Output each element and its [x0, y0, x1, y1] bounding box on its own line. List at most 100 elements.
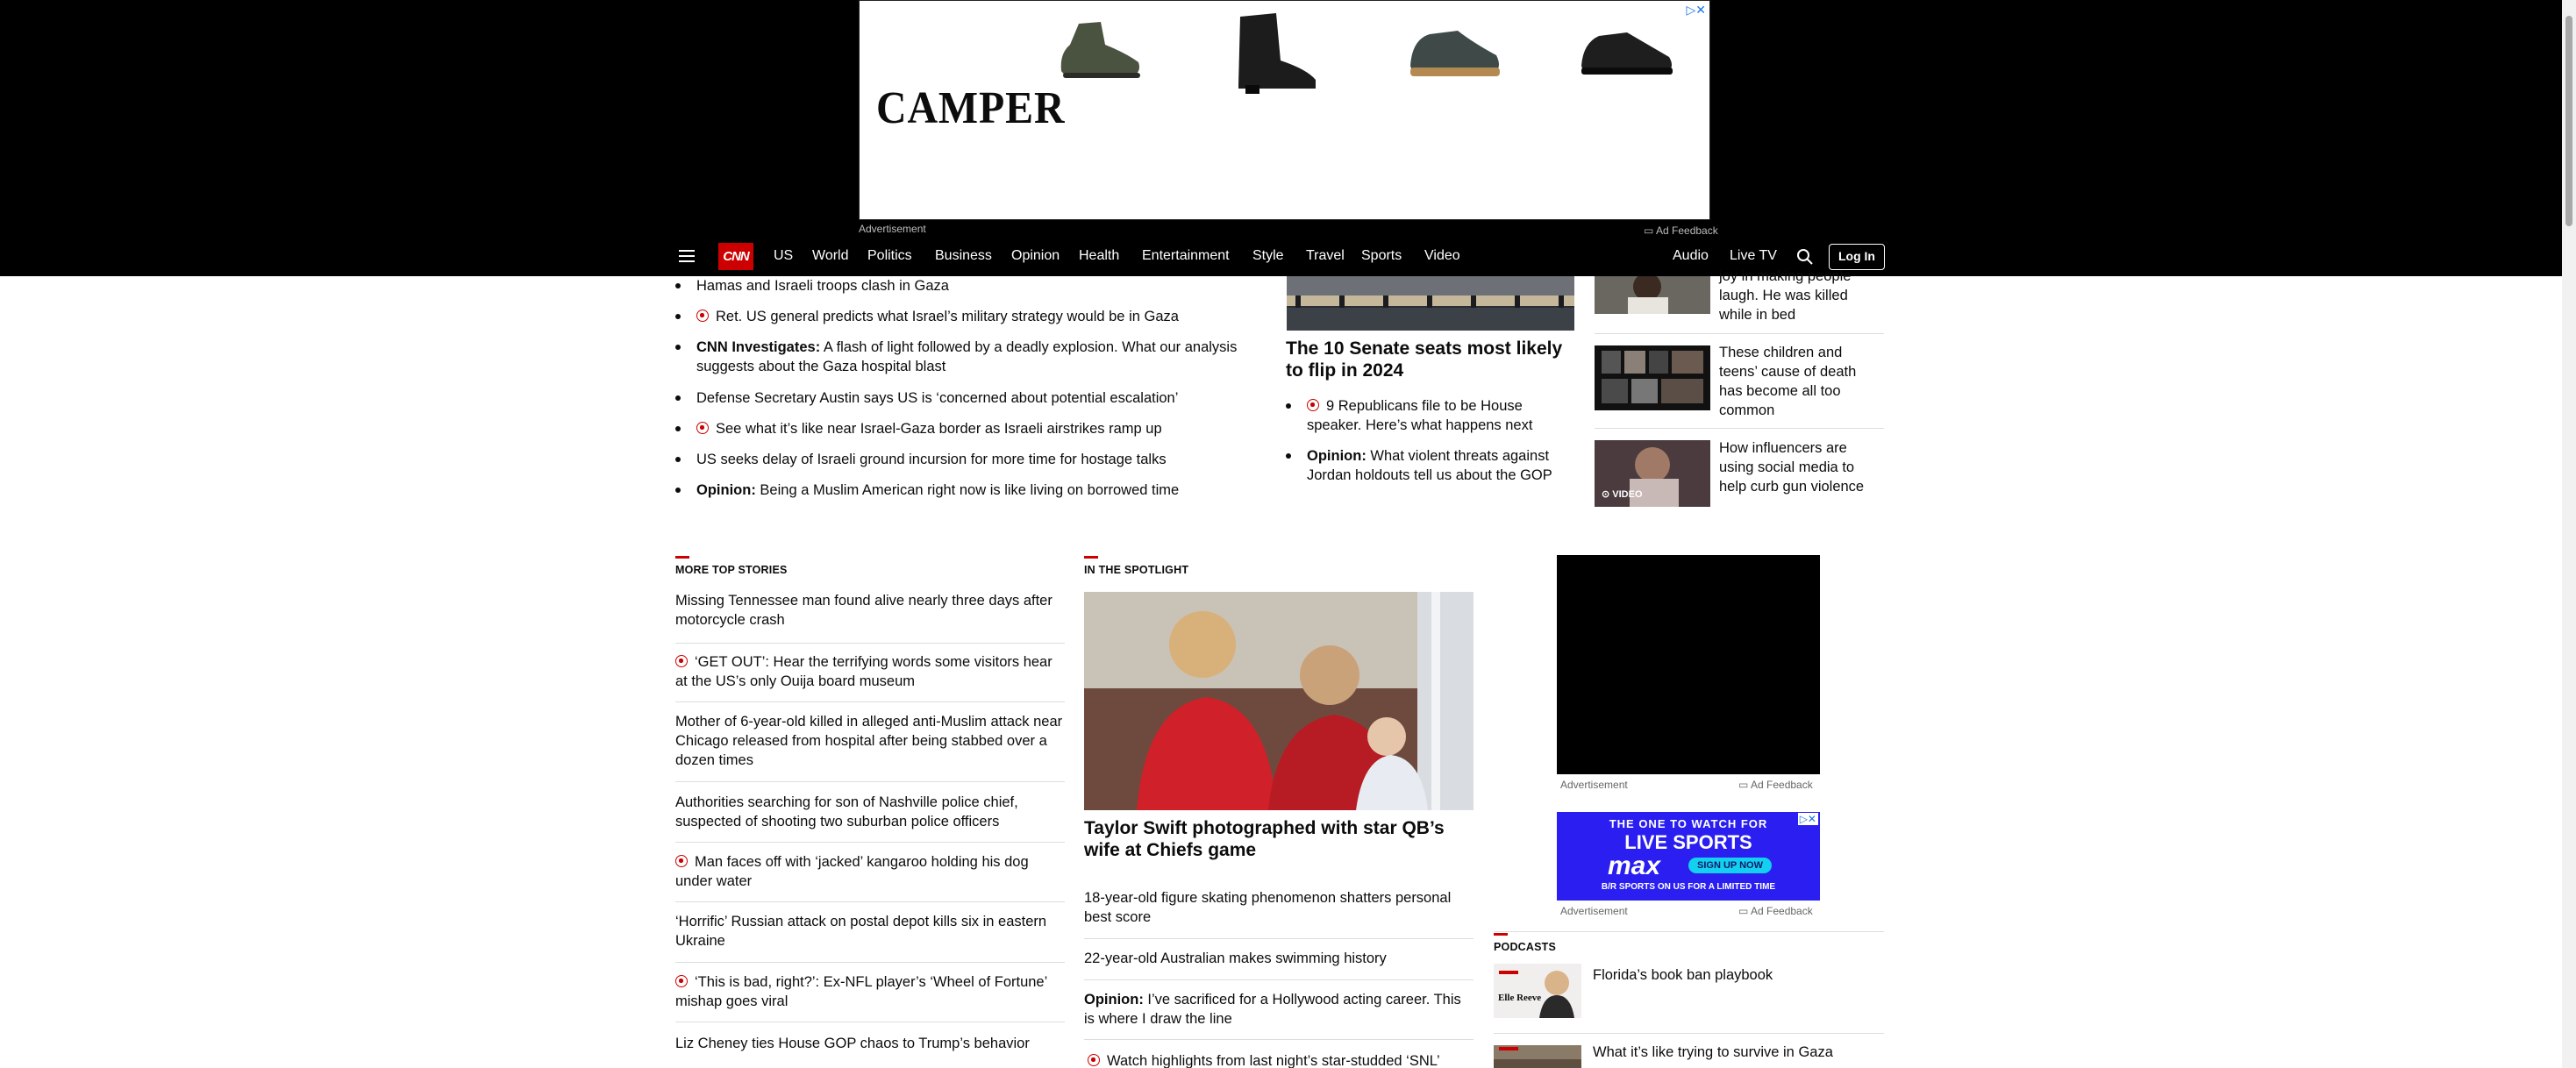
nav-video[interactable]: Video [1424, 249, 1460, 263]
list-item[interactable]: Hamas and Israeli troops clash in Gaza [675, 276, 1240, 295]
story-link[interactable]: joy in making people laugh. He was kille… [1719, 267, 1881, 324]
section-title: MORE TOP STORIES [675, 556, 788, 576]
list-item[interactable]: Liz Cheney ties House GOP chaos to Trump… [675, 1034, 1066, 1053]
divider [1084, 979, 1474, 980]
divider [675, 781, 1065, 782]
spotlight-photo[interactable] [1084, 592, 1474, 810]
ad-feedback-link[interactable]: ▭ Ad Feedback [1644, 224, 1718, 237]
dress-shoe-image [1581, 32, 1673, 75]
divider [675, 842, 1065, 843]
list-item[interactable]: US seeks delay of Israeli ground incursi… [675, 450, 1240, 469]
ad-feedback-link[interactable]: ▭ Ad Feedback [1738, 779, 1813, 791]
divider [675, 643, 1065, 644]
list-item[interactable]: Authorities searching for son of Nashvil… [675, 793, 1066, 831]
max-ad[interactable]: ▷✕ THE ONE TO WATCH FOR LIVE SPORTS max … [1557, 812, 1820, 901]
nav-audio[interactable]: Audio [1673, 249, 1709, 263]
sneaker-image [1410, 31, 1500, 76]
podcast-thumbnail[interactable] [1494, 1045, 1581, 1068]
max-logo: max [1608, 851, 1661, 880]
story-thumbnail[interactable] [1595, 276, 1710, 314]
list-item[interactable]: Man faces off with ‘jacked’ kangaroo hol… [675, 852, 1061, 891]
scrollbar-track[interactable] [2562, 0, 2576, 1068]
sign-up-button[interactable]: SIGN UP NOW [1688, 858, 1772, 873]
list-item[interactable]: 18-year-old figure skating phenomenon sh… [1084, 888, 1452, 927]
list-item[interactable]: Opinion: What violent threats against Jo… [1286, 446, 1579, 485]
list-item[interactable]: ‘This is bad, right?’: Ex-NFL player’s ‘… [675, 972, 1061, 1011]
list-item[interactable]: See what it’s like near Israel-Gaza bord… [675, 419, 1240, 438]
list-item[interactable]: 9 Republicans file to be House speaker. … [1286, 396, 1570, 435]
divider [675, 962, 1065, 963]
divider [1494, 931, 1884, 932]
list-item[interactable]: Ret. US general predicts what Israel’s m… [675, 307, 1240, 326]
nav-entertainment[interactable]: Entertainment [1142, 249, 1230, 263]
list-item[interactable]: ‘GET OUT’: Hear the terrifying words som… [675, 652, 1061, 691]
video-ad-slot[interactable] [1557, 555, 1820, 774]
story-thumbnail[interactable] [1595, 345, 1710, 410]
divider [1084, 1039, 1474, 1040]
video-play-icon [1307, 399, 1319, 411]
podcast-thumbnail[interactable] [1494, 964, 1581, 1018]
nav-world[interactable]: World [812, 249, 849, 263]
section-title: PODCASTS [1494, 933, 1557, 953]
divider [675, 901, 1065, 902]
video-play-icon [675, 655, 688, 667]
scrollbar-thumb[interactable] [2565, 16, 2572, 226]
adchoices-icon[interactable]: ▷✕ [1797, 813, 1818, 825]
divider [1084, 938, 1474, 939]
story-link[interactable]: How influencers are using social media t… [1719, 438, 1881, 496]
senate-photo[interactable] [1287, 276, 1574, 331]
feedback-icon: ▭ [1644, 224, 1654, 237]
list-item[interactable]: Mother of 6-year-old killed in alleged a… [675, 712, 1066, 770]
nav-travel[interactable]: Travel [1306, 249, 1345, 263]
divider [1595, 428, 1884, 429]
cnn-logo[interactable]: CNN [718, 243, 753, 270]
video-play-icon [696, 310, 709, 322]
hamburger-menu-icon[interactable] [679, 250, 695, 262]
nav-us[interactable]: US [774, 249, 793, 263]
story-link[interactable]: These children and teens’ cause of death… [1719, 343, 1881, 420]
camper-ad[interactable]: CAMPER ▷✕ [859, 0, 1710, 220]
nav-politics[interactable]: Politics [867, 249, 912, 263]
section-title: IN THE SPOTLIGHT [1084, 556, 1189, 576]
spotlight-headline[interactable]: Taylor Swift photographed with star QB’s… [1084, 817, 1474, 861]
divider [1595, 333, 1884, 334]
ad-label: Advertisement [859, 223, 926, 235]
shoe-image [1060, 22, 1140, 78]
video-play-icon [675, 975, 688, 987]
podcast-link[interactable]: What it’s like trying to survive in Gaza [1593, 1043, 1882, 1062]
feedback-icon: ▭ [1738, 905, 1749, 917]
list-item[interactable]: Missing Tennessee man found alive nearly… [675, 591, 1061, 630]
search-icon[interactable] [1796, 248, 1814, 266]
list-item[interactable]: CNN Investigates: A flash of light follo… [675, 338, 1240, 376]
list-item[interactable]: Watch highlights from last night’s star-… [1088, 1051, 1474, 1068]
video-badge: ⊙ VIDEO [1602, 489, 1643, 500]
video-play-icon [1088, 1054, 1100, 1066]
camper-logo: CAMPER [876, 83, 1066, 133]
ad-feedback-link[interactable]: ▭ Ad Feedback [1738, 905, 1813, 917]
adchoices-icon[interactable]: ▷✕ [1687, 3, 1707, 18]
nav-health[interactable]: Health [1079, 249, 1119, 263]
ad-label: Advertisement [1560, 905, 1628, 917]
nav-live-tv[interactable]: Live TV [1730, 249, 1777, 263]
boot-image [1238, 13, 1316, 94]
podcast-link[interactable]: Florida’s book ban playbook [1593, 965, 1882, 985]
senate-headline[interactable]: The 10 Senate seats most likely to flip … [1286, 338, 1575, 381]
list-item[interactable]: Opinion: Being a Muslim American right n… [675, 481, 1240, 500]
nav-sports[interactable]: Sports [1361, 249, 1402, 263]
nav-business[interactable]: Business [935, 249, 992, 263]
main-nav: CNN US World Politics Business Opinion H… [0, 236, 2576, 276]
list-item[interactable]: Opinion: I’ve sacrificed for a Hollywood… [1084, 990, 1470, 1029]
feedback-icon: ▭ [1738, 779, 1749, 791]
play-icon: ⊙ [1602, 489, 1613, 500]
ad-label: Advertisement [1560, 779, 1628, 791]
list-item[interactable]: 22-year-old Australian makes swimming hi… [1084, 949, 1452, 968]
list-item[interactable]: Defense Secretary Austin says US is ‘con… [675, 388, 1240, 408]
podcast-thumb-caption: Elle Reeve [1498, 993, 1542, 1003]
divider [1494, 1033, 1884, 1034]
divider [675, 701, 1065, 702]
list-item[interactable]: ‘Horrific’ Russian attack on postal depo… [675, 912, 1053, 951]
video-play-icon [675, 855, 688, 867]
nav-opinion[interactable]: Opinion [1011, 249, 1060, 263]
video-play-icon [696, 422, 709, 434]
nav-style[interactable]: Style [1252, 249, 1284, 263]
